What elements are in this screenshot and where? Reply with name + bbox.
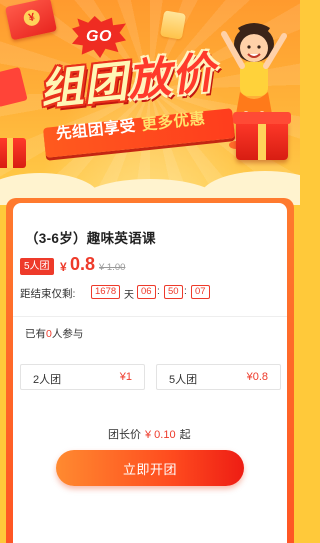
section-divider <box>13 316 287 317</box>
tier-label: 5人团 <box>169 374 198 386</box>
tier-price: ¥1 <box>119 371 132 383</box>
tier-label: 2人团 <box>33 374 62 386</box>
tier-option-2[interactable]: 2人团 ¥1 <box>20 364 145 390</box>
group-size-badge: 5人团 <box>20 258 54 275</box>
price-currency: ¥ <box>60 260 67 274</box>
countdown-days: 1678 <box>91 285 121 299</box>
participants-count: 已有0人参与 <box>25 326 83 341</box>
leader-price: ¥ 0.10 <box>145 429 176 441</box>
leader-price-row: 团长价 ¥ 0.10 起 <box>108 426 191 442</box>
course-title: （3-6岁）趣味英语课 <box>25 231 156 246</box>
coupon-icon <box>159 10 187 40</box>
countdown-day-unit: 天 <box>124 290 134 301</box>
leader-price-label: 团长价 <box>108 429 141 441</box>
countdown-minutes: 50 <box>164 285 183 299</box>
go-text: GO <box>86 28 112 45</box>
tier-option-5[interactable]: 5人团 ¥0.8 <box>156 364 281 390</box>
leader-price-suffix: 起 <box>179 429 191 441</box>
tier-price: ¥0.8 <box>246 371 268 383</box>
original-price: ¥ 1.00 <box>99 262 126 273</box>
promo-banner: GO 组团放价 先组团享受更多优惠 <box>0 0 300 205</box>
group-price: 0.8 <box>70 254 96 274</box>
participants-suffix: 人参与 <box>51 328 84 340</box>
countdown-seconds: 07 <box>191 285 210 299</box>
start-group-button[interactable]: 立即开团 <box>56 450 244 486</box>
gift-box-icon <box>233 112 291 160</box>
gift-box-icon <box>0 138 26 168</box>
countdown-hours: 06 <box>137 285 156 299</box>
banner-title-part1: 组团 <box>37 56 131 116</box>
banner-title-part2: 放价 <box>125 47 218 107</box>
countdown-separator: : <box>157 286 160 297</box>
participants-prefix: 已有 <box>25 328 46 340</box>
countdown-label: 距结束仅剩: <box>20 288 76 300</box>
countdown-separator: : <box>184 286 187 297</box>
